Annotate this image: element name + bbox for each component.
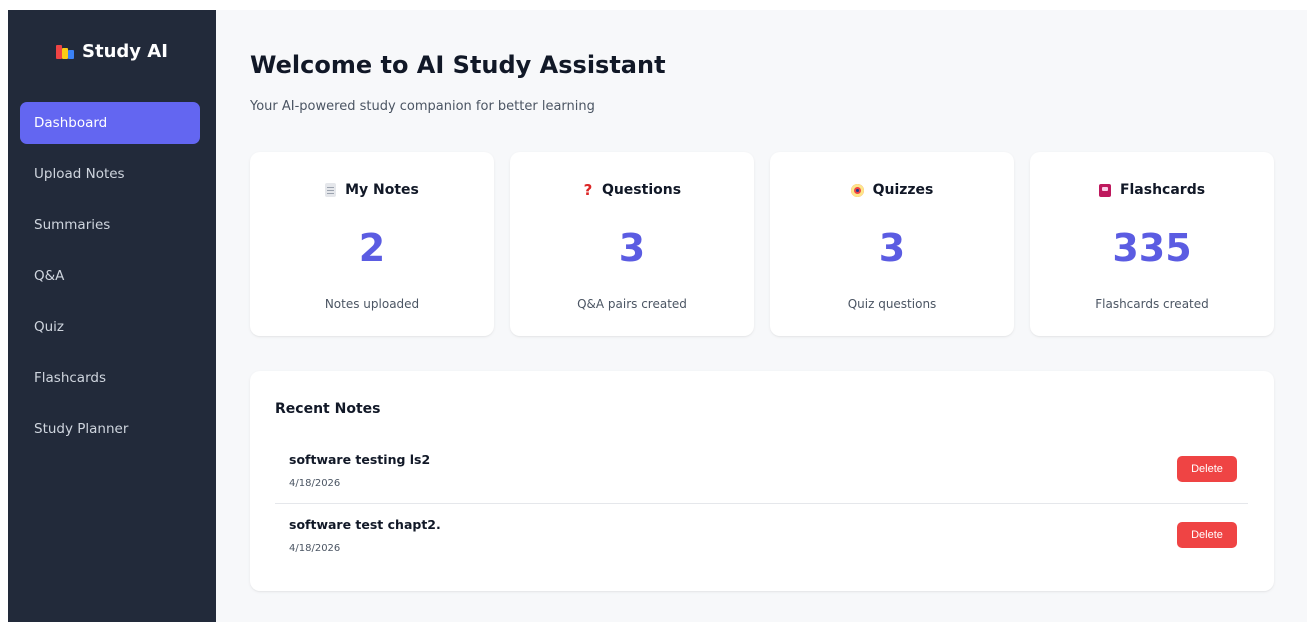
- stat-card-quizzes: Quizzes 3 Quiz questions: [770, 152, 1014, 336]
- stat-label: Flashcards created: [1095, 297, 1209, 311]
- stat-value: 3: [878, 226, 906, 270]
- sidebar-item-quiz[interactable]: Quiz: [20, 306, 200, 348]
- app-name: Study AI: [82, 41, 168, 62]
- stat-card-flashcards: Flashcards 335 Flashcards created: [1030, 152, 1274, 336]
- app-logo: Study AI: [56, 41, 168, 62]
- stat-label: Quiz questions: [847, 297, 937, 311]
- stat-title: Flashcards: [1119, 182, 1206, 198]
- page-subtitle: Your AI-powered study companion for bett…: [250, 99, 595, 114]
- note-date: 4/18/2026: [289, 478, 341, 489]
- sidebar-nav: Dashboard Upload Notes Summaries Q&A Qui…: [20, 102, 200, 459]
- note-list-item: software test chapt2. 4/18/2026 Delete: [275, 505, 1248, 569]
- target-icon: [850, 183, 864, 197]
- stat-value: 3: [618, 226, 646, 270]
- stat-card-questions: ? Questions 3 Q&A pairs created: [510, 152, 754, 336]
- stat-value: 335: [1112, 226, 1192, 270]
- sidebar-item-dashboard[interactable]: Dashboard: [20, 102, 200, 144]
- stat-title: My Notes: [345, 182, 419, 198]
- note-list-item: software testing ls2 4/18/2026 Delete: [275, 440, 1248, 504]
- flashcard-icon: [1098, 183, 1111, 197]
- note-title: software test chapt2.: [289, 517, 441, 532]
- stat-title: Questions: [601, 182, 682, 198]
- delete-note-button[interactable]: Delete: [1177, 456, 1237, 482]
- stat-label: Notes uploaded: [324, 297, 420, 311]
- sidebar-item-qa[interactable]: Q&A: [20, 255, 200, 297]
- sidebar-item-summaries[interactable]: Summaries: [20, 204, 200, 246]
- recent-notes-title: Recent Notes: [275, 401, 381, 417]
- stat-title: Quizzes: [872, 182, 934, 198]
- sidebar-item-study-planner[interactable]: Study Planner: [20, 408, 200, 450]
- main-content: Welcome to AI Study Assistant Your AI-po…: [216, 10, 1307, 622]
- note-title: software testing ls2: [289, 452, 431, 467]
- stat-value: 2: [358, 226, 386, 270]
- app-window: Study AI Dashboard Upload Notes Summarie…: [8, 10, 1307, 622]
- stats-grid: My Notes 2 Notes uploaded ? Questions 3 …: [250, 152, 1274, 336]
- stat-label: Q&A pairs created: [577, 297, 687, 311]
- document-icon: [325, 183, 337, 197]
- delete-note-button[interactable]: Delete: [1177, 522, 1237, 548]
- recent-notes-panel: Recent Notes software testing ls2 4/18/2…: [250, 371, 1274, 591]
- note-date: 4/18/2026: [289, 543, 341, 554]
- sidebar-item-flashcards[interactable]: Flashcards: [20, 357, 200, 399]
- stat-card-notes: My Notes 2 Notes uploaded: [250, 152, 494, 336]
- sidebar-item-upload-notes[interactable]: Upload Notes: [20, 153, 200, 195]
- question-icon: ?: [583, 181, 593, 199]
- books-icon: [56, 43, 74, 61]
- page-title: Welcome to AI Study Assistant: [250, 51, 666, 79]
- sidebar: Study AI Dashboard Upload Notes Summarie…: [8, 10, 216, 622]
